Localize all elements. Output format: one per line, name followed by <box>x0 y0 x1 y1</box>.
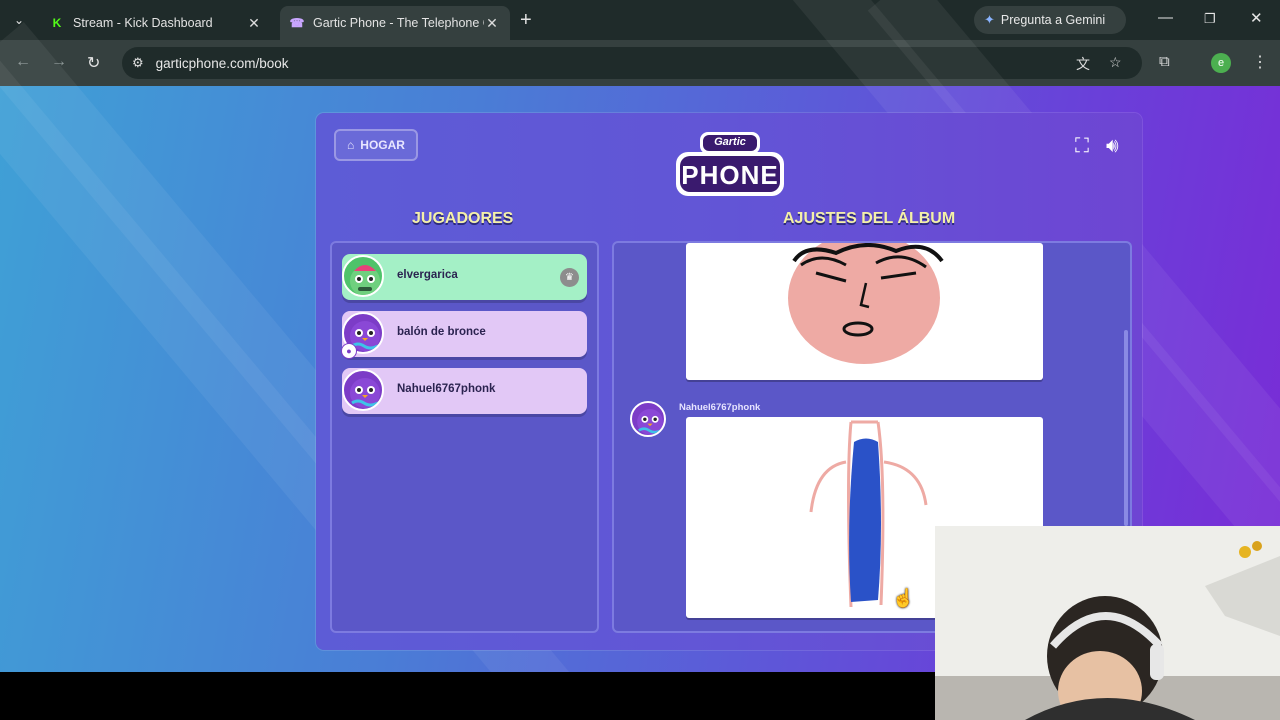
player-name: Nahuel6767phonk <box>397 383 496 395</box>
browser-tab-bar: ⌄ K Stream - Kick Dashboard ✕ ☎ Gartic P… <box>0 0 1280 40</box>
logo-top-text: Gartic <box>714 136 746 148</box>
profile-avatar[interactable]: e <box>1211 53 1231 73</box>
bookmark-star-icon[interactable]: ☆ <box>1109 54 1122 71</box>
close-tab-icon[interactable]: ✕ <box>246 15 262 32</box>
minimize-icon[interactable]: — <box>1158 9 1173 26</box>
site-info-icon[interactable]: ⚙ <box>132 55 144 71</box>
url-text: garticphone.com/book <box>155 55 289 71</box>
player-name: balón de bronce <box>397 326 486 338</box>
close-window-icon[interactable]: ✕ <box>1250 9 1263 27</box>
volume-icon[interactable]: 🔊︎ <box>1106 135 1119 158</box>
author-avatar <box>630 401 666 437</box>
gemini-button[interactable]: ✦ Pregunta a Gemini <box>974 6 1126 34</box>
gartic-phone-logo: Gartic PHONE <box>674 130 786 198</box>
kick-icon: K <box>52 16 62 30</box>
tab-kick-dashboard[interactable]: K Stream - Kick Dashboard ✕ <box>40 6 272 40</box>
player-card: ● balón de bronce <box>341 311 587 359</box>
tab-gartic-phone[interactable]: ☎ Gartic Phone - The Telephone G ✕ <box>280 6 510 40</box>
player-avatar <box>342 255 384 297</box>
player-card: Nahuel6767phonk <box>342 368 587 414</box>
browser-toolbar: ← → ↻ ⚙ garticphone.com/book 文 ☆ <box>0 40 1280 86</box>
reload-icon[interactable]: ↻ <box>87 53 100 73</box>
menu-kebab-icon[interactable]: ⋮ <box>1252 52 1268 72</box>
fullscreen-icon[interactable]: ⛶ <box>1075 135 1089 158</box>
new-tab-button[interactable]: + <box>520 10 532 30</box>
translate-icon[interactable]: 文 <box>1076 54 1090 74</box>
tab-title: Gartic Phone - The Telephone G <box>313 16 484 30</box>
extensions-icon[interactable]: ⧉ <box>1159 53 1170 70</box>
restore-icon[interactable]: ❐ <box>1204 11 1216 27</box>
host-crown-icon: ♛ <box>560 268 579 287</box>
hand-cursor-icon: ☝ <box>892 588 915 608</box>
album-scrollbar[interactable] <box>1124 330 1128 526</box>
close-tab-icon[interactable]: ✕ <box>484 15 500 32</box>
gartic-icon: ☎ <box>289 16 305 30</box>
gemini-label: Pregunta a Gemini <box>1000 13 1106 27</box>
gemini-sparkle-icon: ✦ <box>984 12 995 27</box>
home-icon: ⌂ <box>347 138 355 152</box>
tab-title: Stream - Kick Dashboard <box>73 16 213 30</box>
album-drawing-face <box>686 232 1043 380</box>
album-heading: AJUSTES DEL ÁLBUM <box>783 210 956 227</box>
player-card: elvergarica ♛ <box>342 254 587 300</box>
players-heading: JUGADORES <box>412 210 514 227</box>
webcam-overlay <box>935 526 1280 720</box>
player-name: elvergarica <box>397 269 458 281</box>
home-button[interactable]: ⌂ HOGAR <box>334 129 418 161</box>
bottom-black-bar <box>0 672 935 720</box>
user-icon: ● <box>341 343 357 359</box>
home-label: HOGAR <box>360 138 405 152</box>
drawing-author-name: Nahuel6767phonk <box>679 402 761 413</box>
player-avatar <box>342 369 384 411</box>
logo-main-text: PHONE <box>681 160 779 190</box>
